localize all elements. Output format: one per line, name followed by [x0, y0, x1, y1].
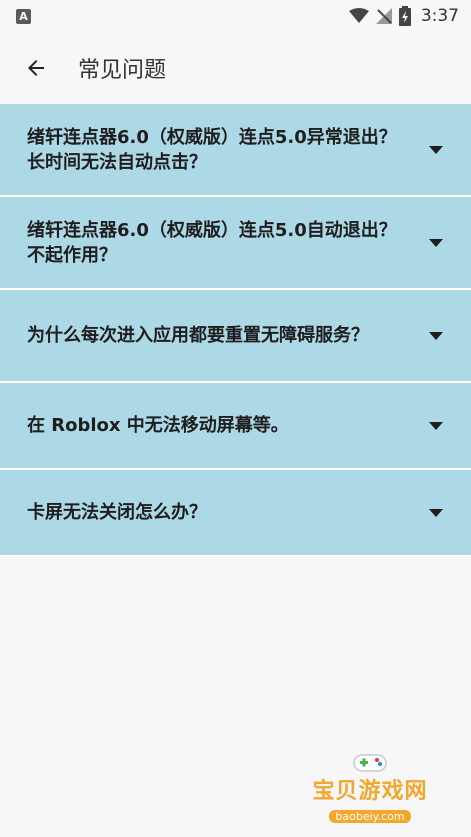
notification-a-icon: A — [16, 8, 31, 24]
faq-list: 绪轩连点器6.0（权威版）连点5.0异常退出？长时间无法自动点击？ 绪轩连点器6… — [0, 104, 471, 557]
status-time: 3:37 — [420, 6, 459, 26]
faq-question: 绪轩连点器6.0（权威版）连点5.0异常退出？长时间无法自动点击？ — [27, 126, 397, 173]
watermark-url: baobeiy.com — [329, 810, 411, 823]
caret-down-icon — [429, 145, 443, 154]
watermark-text: 宝贝游戏网 — [312, 779, 428, 804]
gamepad-icon — [353, 754, 387, 772]
status-icons: 3:37 — [348, 6, 459, 26]
no-signal-icon — [375, 8, 392, 24]
caret-down-icon — [429, 508, 443, 517]
watermark-logo: 宝贝游戏网 baobeiy.com — [290, 745, 450, 825]
caret-down-icon — [429, 421, 443, 430]
caret-down-icon — [429, 331, 443, 340]
wifi-icon — [348, 8, 369, 23]
faq-item[interactable]: 卡屏无法关闭怎么办？ — [0, 470, 471, 557]
back-button[interactable] — [14, 46, 58, 90]
faq-item[interactable]: 为什么每次进入应用都要重置无障碍服务？ — [0, 290, 471, 383]
battery-charging-icon — [398, 6, 411, 26]
faq-item[interactable]: 在 Roblox 中无法移动屏幕等。 — [0, 383, 471, 470]
faq-question: 卡屏无法关闭怎么办？ — [27, 502, 207, 523]
faq-item[interactable]: 绪轩连点器6.0（权威版）连点5.0自动退出？不起作用？ — [0, 197, 471, 290]
arrow-left-icon — [28, 60, 44, 76]
status-bar: A 3:37 — [0, 0, 471, 32]
faq-question: 为什么每次进入应用都要重置无障碍服务？ — [27, 325, 369, 346]
caret-down-icon — [429, 238, 443, 247]
notification-icon-label: A — [19, 9, 28, 23]
faq-question: 在 Roblox 中无法移动屏幕等。 — [27, 415, 289, 436]
faq-item[interactable]: 绪轩连点器6.0（权威版）连点5.0异常退出？长时间无法自动点击？ — [0, 104, 471, 197]
app-bar: 常见问题 — [0, 32, 471, 104]
faq-question: 绪轩连点器6.0（权威版）连点5.0自动退出？不起作用？ — [27, 219, 397, 266]
page-title: 常见问题 — [78, 58, 167, 83]
